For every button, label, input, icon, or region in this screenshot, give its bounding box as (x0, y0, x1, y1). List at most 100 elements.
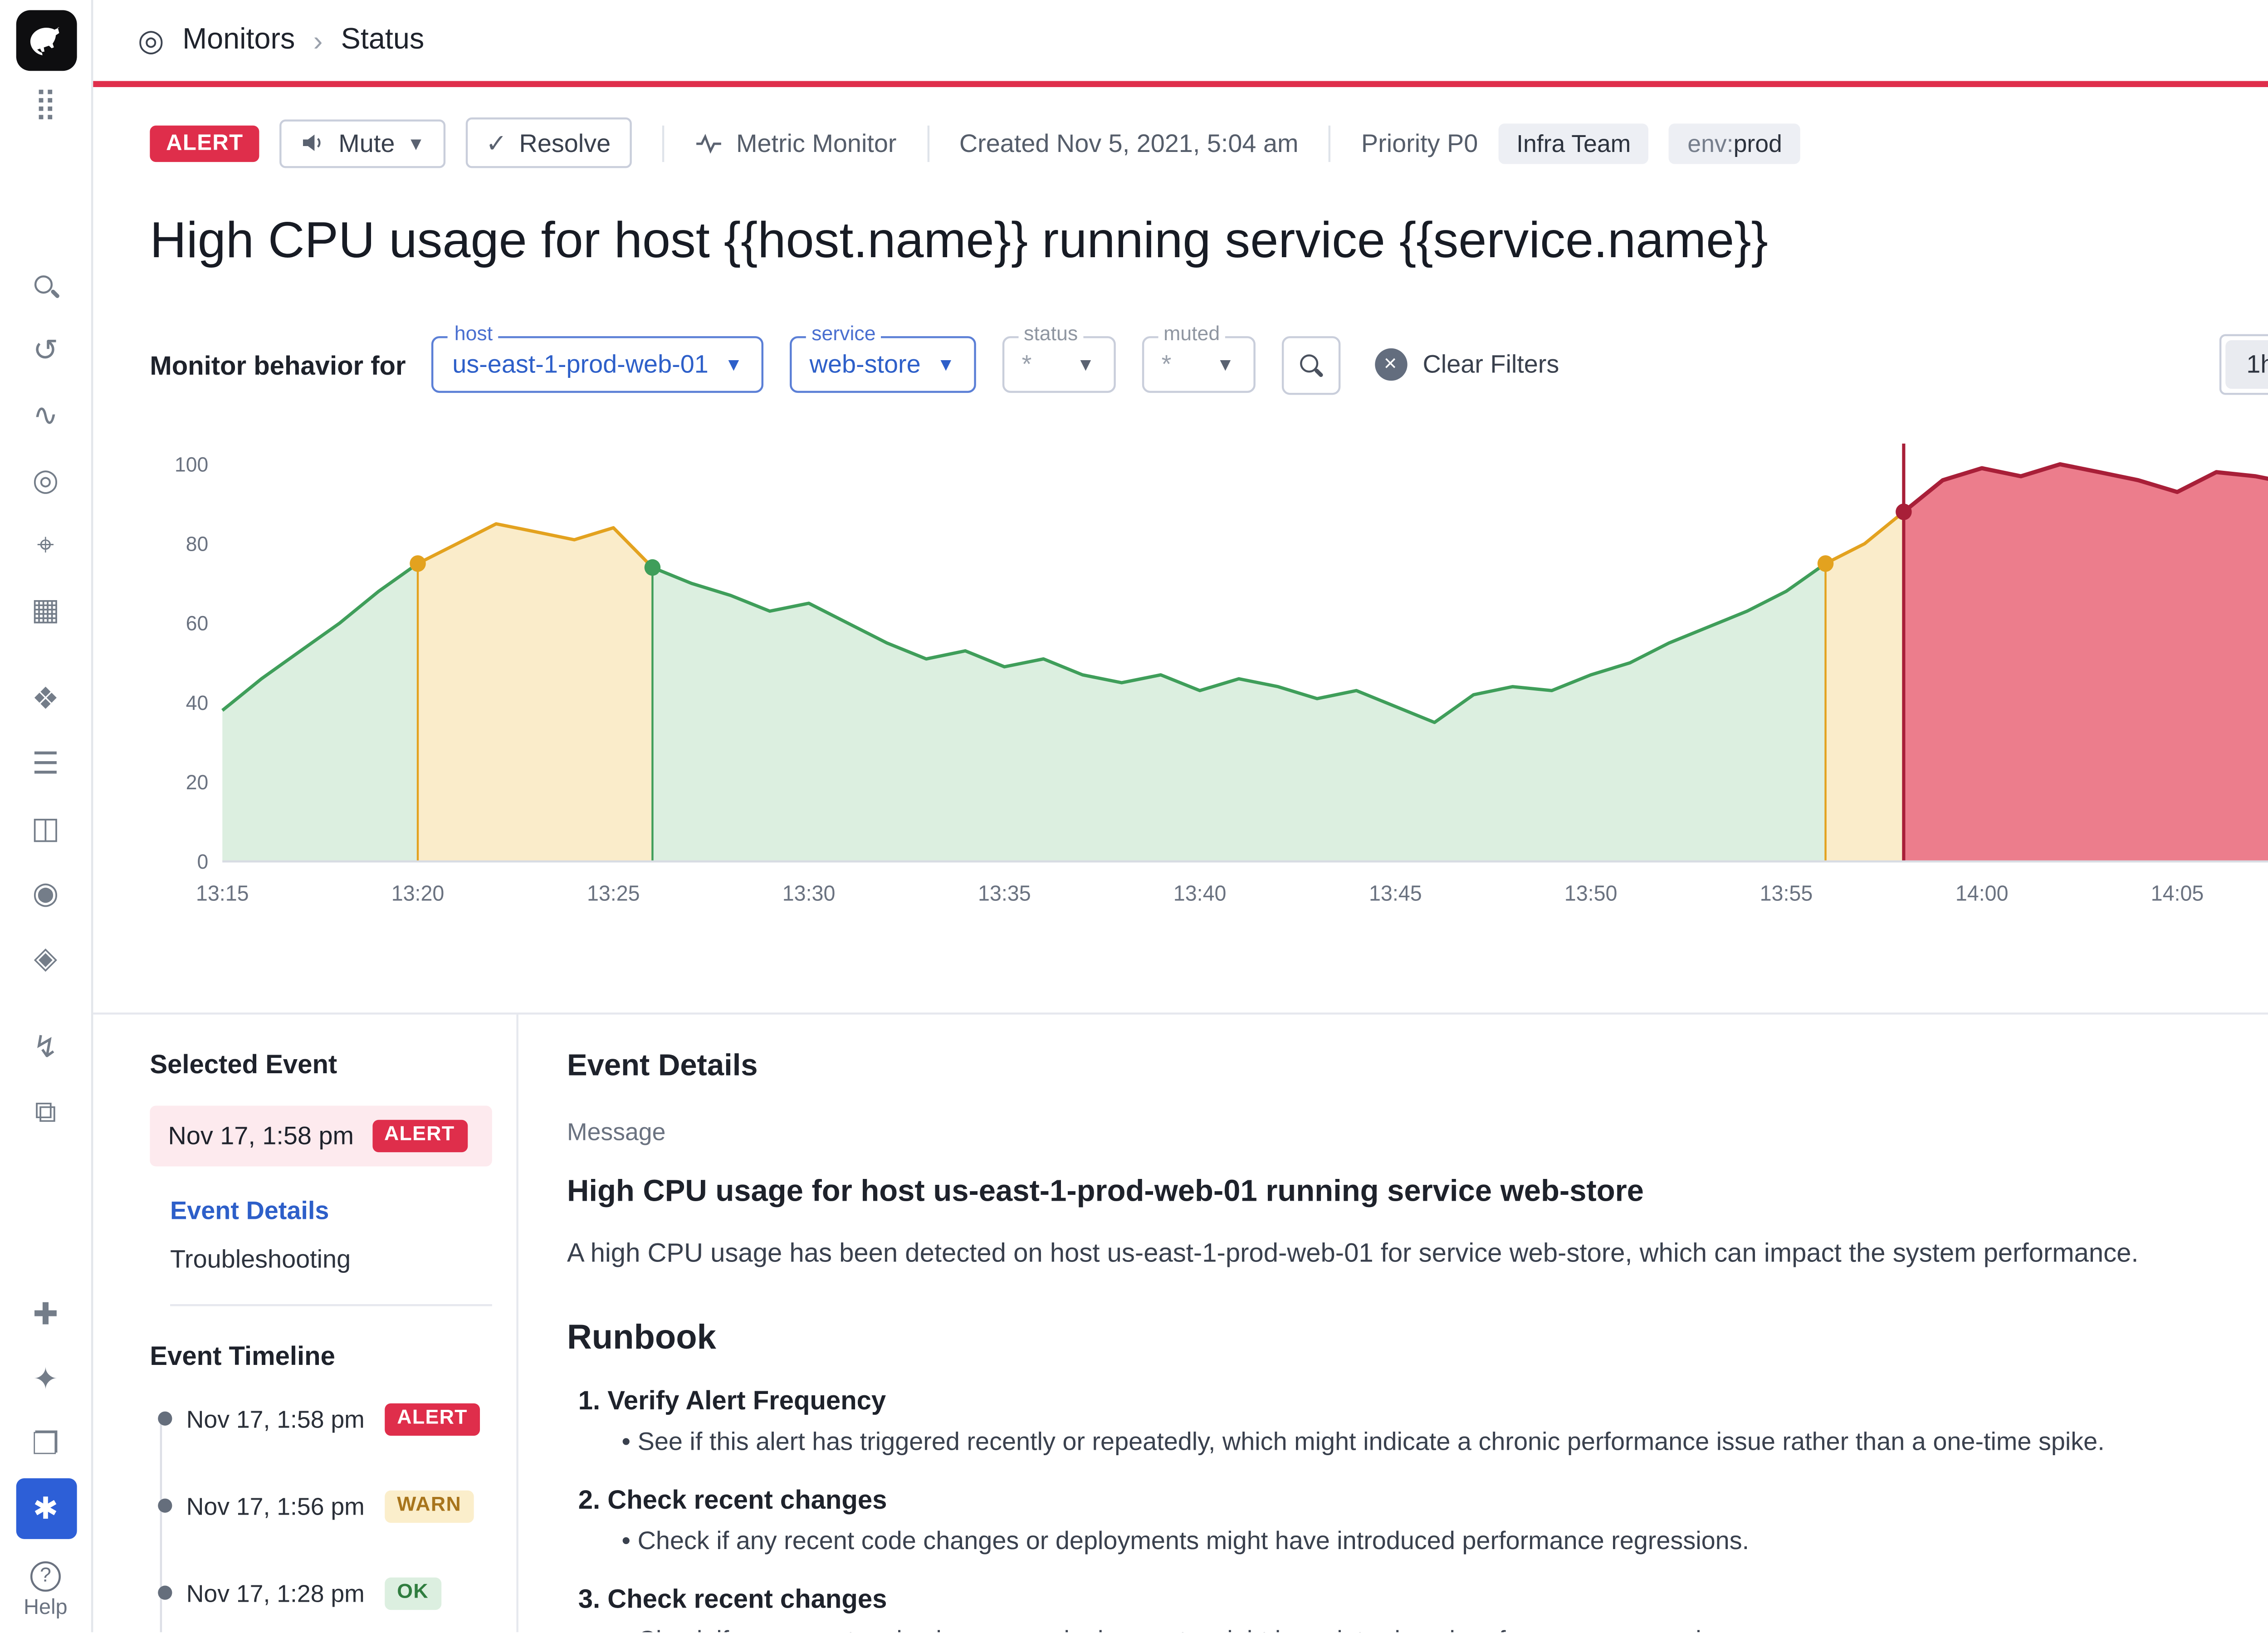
timeline-event[interactable]: Nov 17, 1:56 pm WARN (154, 1489, 492, 1521)
help-label: Help (24, 1596, 67, 1620)
apps-grid-icon[interactable]: ⣿ (15, 73, 76, 134)
containers-icon[interactable]: ◫ (15, 798, 76, 859)
status-badge: ALERT (150, 125, 259, 161)
page-title: High CPU usage for host {{host.name}} ru… (150, 213, 2268, 271)
tab-troubleshooting[interactable]: Troubleshooting (170, 1244, 492, 1273)
monitors-icon[interactable]: ◎ (15, 450, 76, 510)
synthetics-icon[interactable]: ↯ (15, 1017, 76, 1077)
selected-event-time: Nov 17, 1:58 pm (168, 1121, 354, 1149)
message-title: High CPU usage for host us-east-1-prod-w… (567, 1173, 2268, 1208)
svg-text:13:50: 13:50 (1564, 881, 1618, 906)
apm-icon[interactable]: ◉ (15, 863, 76, 924)
timeline-dot-icon (158, 1412, 172, 1426)
divider (1329, 125, 1330, 161)
resolve-button[interactable]: ✓ Resolve (465, 117, 631, 168)
integrations-icon[interactable]: ✚ (15, 1284, 76, 1345)
bits-ai-icon[interactable]: ✱ (15, 1478, 76, 1539)
runbook-note: Check if any recent code changes or depl… (607, 1625, 2268, 1633)
priority-label: Priority P0 (1361, 128, 1478, 157)
selected-event-heading: Selected Event (150, 1048, 492, 1078)
timeline-dot-icon (158, 1586, 172, 1600)
svg-text:0: 0 (197, 850, 208, 874)
metrics-icon[interactable]: ∿ (15, 385, 76, 445)
svg-text:60: 60 (186, 611, 208, 635)
runbook-item: Verify Alert Frequency See if this alert… (607, 1384, 2268, 1455)
runbook-item: Check recent changes Check if any recent… (607, 1483, 2268, 1554)
search-icon[interactable] (15, 255, 76, 316)
message-body: A high CPU usage has been detected on ho… (567, 1236, 2268, 1266)
selected-event-badge: ALERT (372, 1119, 467, 1151)
service-filter-dropdown[interactable]: service web-store ▼ (789, 336, 975, 393)
breadcrumb-separator-icon: › (313, 24, 323, 57)
monitors-product-icon: ◎ (138, 22, 164, 59)
svg-text:100: 100 (175, 453, 208, 476)
svg-text:14:05: 14:05 (2151, 881, 2204, 906)
timeline-status-badge: WARN (385, 1489, 473, 1521)
processes-icon[interactable]: ☰ (15, 733, 76, 794)
close-circle-icon: × (1374, 348, 1406, 381)
timeline-status-badge: ALERT (385, 1403, 479, 1435)
event-tabs: Event Details Troubleshooting (170, 1196, 492, 1305)
dashboards-icon[interactable]: ▦ (15, 579, 76, 640)
notebooks-icon[interactable]: ❐ (15, 1413, 76, 1474)
svg-text:13:40: 13:40 (1173, 881, 1227, 906)
muted-filter-dropdown[interactable]: muted * ▼ (1141, 336, 1255, 393)
ci-pipelines-icon[interactable]: ⧉ (15, 1081, 76, 1142)
svg-text:80: 80 (186, 532, 208, 556)
watchdog-icon[interactable]: ⌖ (15, 514, 76, 575)
env-tag[interactable]: env:prod (1669, 122, 1800, 163)
event-details-panel: Event Details Message High CPU usage for… (518, 1013, 2268, 1632)
sidebar-nav: ↺ ∿ ◎ ⌖ ▦ ❖ ☰ ◫ ◉ ◈ ↯ ⧉ (15, 253, 76, 1144)
clear-filters-button[interactable]: × Clear Filters (1374, 348, 1559, 381)
runbook-note: Check if any recent code changes or depl… (607, 1526, 2268, 1555)
svg-text:13:30: 13:30 (782, 881, 836, 906)
runbook-item: Check recent changes Check if any recent… (607, 1583, 2268, 1632)
timeline-event[interactable]: Nov 17, 1:58 pm ALERT (154, 1403, 492, 1435)
svg-text:13:35: 13:35 (978, 881, 1031, 906)
breadcrumb: ◎ Monitors › Status (138, 22, 425, 59)
filter-bar-label: Monitor behavior for (150, 349, 406, 380)
runbook-heading: Runbook (567, 1317, 2268, 1358)
app-sidebar: ⣿ ↺ ∿ ◎ ⌖ ▦ ❖ ☰ ◫ ◉ ◈ ↯ ⧉ ✚ ✦ ❐ ✱ ? Help (0, 0, 93, 1632)
svg-text:20: 20 (186, 770, 208, 794)
speaker-icon (300, 130, 326, 156)
event-timeline-heading: Event Timeline (150, 1340, 492, 1370)
datadog-dog-icon (26, 21, 65, 60)
monitor-status-chart[interactable]: 02040608010013:1513:2013:2513:3013:3513:… (150, 440, 2268, 971)
host-filter-dropdown[interactable]: host us-east-1-prod-web-01 ▼ (432, 336, 763, 393)
top-header: ◎ Monitors › Status Edit Clone Export (93, 0, 2268, 81)
chevron-down-icon: ▼ (1076, 354, 1095, 375)
ai-sparkle-icon[interactable]: ✦ (15, 1349, 76, 1409)
infrastructure-icon[interactable]: ❖ (15, 668, 76, 729)
team-tag[interactable]: Infra Team (1498, 122, 1649, 163)
datadog-logo[interactable] (15, 10, 76, 71)
time-range-picker[interactable]: 1h Nov 17, 2024, 1:15 pm – Nov 17, 2024,… (2220, 334, 2268, 395)
history-icon[interactable]: ↺ (15, 320, 76, 381)
help-icon: ? (30, 1561, 61, 1592)
svg-text:40: 40 (186, 691, 208, 714)
help-button[interactable]: ? Help (24, 1561, 67, 1620)
check-icon: ✓ (486, 127, 507, 158)
event-sidebar: Selected Event Nov 17, 1:58 pm ALERT Eve… (150, 1013, 518, 1632)
monitor-status-bar: ALERT Mute ▼ ✓ Resolve Metric Monitor Cr… (150, 117, 2268, 168)
tab-event-details[interactable]: Event Details (170, 1196, 492, 1224)
security-icon[interactable]: ◈ (15, 928, 76, 988)
breadcrumb-page: Status (341, 24, 425, 57)
mute-button[interactable]: Mute ▼ (280, 118, 445, 167)
timeline-dot-icon (158, 1499, 172, 1513)
filter-search-button[interactable] (1281, 335, 1339, 394)
status-filter-dropdown[interactable]: status * ▼ (1002, 336, 1115, 393)
divider (927, 125, 929, 161)
selected-event-row[interactable]: Nov 17, 1:58 pm ALERT (150, 1105, 492, 1165)
message-label: Message (567, 1117, 2268, 1145)
chevron-down-icon: ▼ (725, 354, 743, 375)
app-root: ⣿ ↺ ∿ ◎ ⌖ ▦ ❖ ☰ ◫ ◉ ◈ ↯ ⧉ ✚ ✦ ❐ ✱ ? Help (0, 0, 2268, 1632)
time-preset-chip[interactable]: 1h (2226, 340, 2268, 389)
search-icon (1297, 352, 1324, 378)
svg-text:13:20: 13:20 (391, 881, 445, 906)
timeline-event[interactable]: Nov 17, 1:28 pm OK (154, 1576, 492, 1609)
divider (661, 125, 663, 161)
created-date: Created Nov 5, 2021, 5:04 am (959, 128, 1299, 157)
sidebar-bottom: ✚ ✦ ❐ ✱ ? Help (15, 1282, 76, 1632)
breadcrumb-section[interactable]: Monitors (182, 24, 295, 57)
